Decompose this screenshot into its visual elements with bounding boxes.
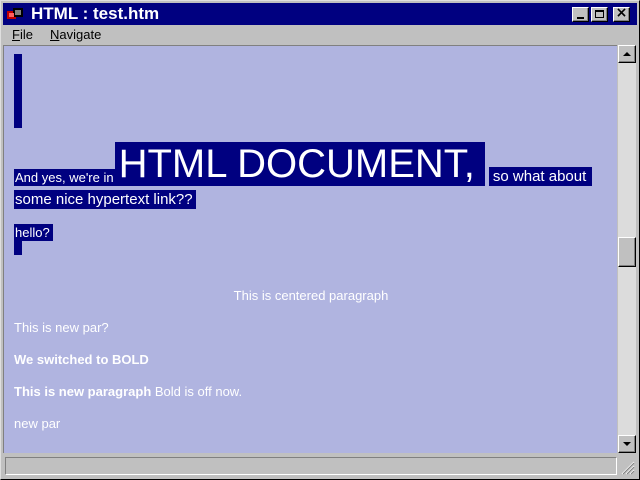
menu-file-label: ile — [19, 27, 33, 42]
highlight-bar-small — [14, 241, 22, 255]
new-paragraph: This is new par? — [14, 320, 109, 335]
intro-text: And yes, we're in — [14, 169, 115, 186]
menu-navigate[interactable]: Navigate — [50, 27, 101, 43]
app-window: HTML : test.htm × File Navigate And yes,… — [0, 0, 640, 480]
scroll-down-arrow-icon — [623, 442, 631, 446]
menu-file-mnemonic: F — [12, 27, 20, 42]
heading-line: And yes, we're in HTML DOCUMENT, so what a… — [14, 142, 593, 186]
highlight-bar — [14, 54, 22, 128]
mixed-paragraph-normal: Bold is off now. — [151, 384, 243, 399]
menu-navigate-mnemonic: N — [50, 27, 60, 42]
resize-grip-icon[interactable] — [621, 461, 635, 475]
heading-tail-text: so what about — [488, 167, 593, 186]
document-heading: HTML DOCUMENT, — [114, 142, 485, 186]
scroll-up-button[interactable] — [618, 45, 636, 63]
hypertext-link[interactable]: some nice hypertext link?? — [14, 190, 196, 209]
status-bar — [3, 455, 637, 477]
minimize-button[interactable] — [572, 7, 589, 22]
close-button[interactable]: × — [613, 5, 630, 22]
scroll-thumb[interactable] — [618, 237, 636, 267]
bold-paragraph: We switched to BOLD — [14, 352, 149, 367]
close-icon: × — [615, 5, 628, 21]
html-viewer-icon[interactable] — [7, 7, 25, 21]
status-field — [5, 457, 617, 475]
maximize-icon — [595, 10, 604, 18]
title-bar[interactable]: HTML : test.htm × — [3, 3, 637, 25]
minimize-icon — [577, 17, 584, 19]
mixed-paragraph-bold: This is new paragraph — [14, 384, 152, 399]
hello-text: hello? — [14, 224, 53, 241]
maximize-button[interactable] — [591, 7, 608, 22]
vertical-scrollbar[interactable] — [618, 45, 636, 453]
window-title: HTML : test.htm — [31, 4, 160, 23]
menu-bar: File Navigate — [3, 26, 637, 44]
scroll-down-button[interactable] — [618, 435, 636, 453]
menu-navigate-label: avigate — [59, 27, 102, 42]
menu-file[interactable]: File — [12, 27, 33, 43]
document-view[interactable]: And yes, we're in HTML DOCUMENT, so what a… — [3, 45, 617, 453]
mixed-paragraph: This is new paragraph Bold is off now. — [14, 384, 242, 400]
scroll-up-arrow-icon — [623, 52, 631, 56]
centered-paragraph: This is centered paragraph — [233, 288, 389, 303]
last-paragraph: new par — [14, 416, 61, 431]
